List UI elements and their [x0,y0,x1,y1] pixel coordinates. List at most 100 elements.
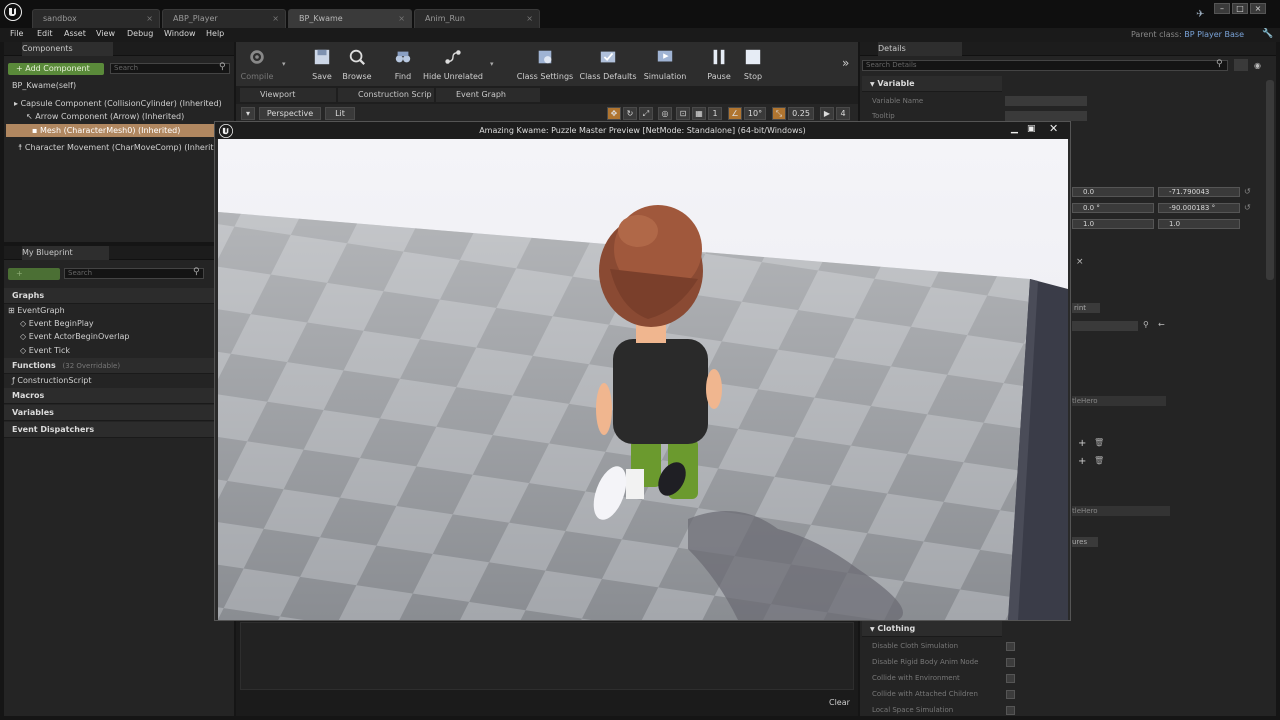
close-window-button[interactable]: × [1250,3,1266,14]
tab-viewport[interactable]: Viewport [240,88,336,102]
menu-help[interactable]: Help [206,29,224,38]
viewport-options-button[interactable]: ▾ [241,107,255,120]
component-item-mesh[interactable]: ▪ Mesh (CharacterMesh0) (Inherited) [6,124,214,137]
maximize-button[interactable]: □ [1232,3,1248,14]
grid-size-value[interactable]: 1 [708,107,722,120]
event-item[interactable]: ◇ Event BeginPlay [20,317,94,330]
scale-icon[interactable]: ⤢ [639,107,653,120]
wrench-icon[interactable]: 🔧 [1262,29,1273,39]
graphs-section[interactable]: Graphs [4,288,214,304]
delete-icon[interactable]: 🗑 [1094,438,1104,447]
angle-snap-value[interactable]: 10° [744,107,766,120]
clear-button[interactable]: Clear [829,698,850,707]
rot2-z-field[interactable]: -90.000183 ° [1158,203,1240,213]
preview-maximize-button[interactable]: ▣ [1027,124,1041,136]
event-item[interactable]: ◇ Event Tick [20,344,70,357]
hide-unrelated-button[interactable]: Hide Unrelated [420,46,486,82]
clothing-section[interactable]: ▼ Clothing [862,621,1002,637]
grid-snap-icon[interactable]: ▦ [692,107,706,120]
menu-debug[interactable]: Debug [127,29,153,38]
add-icon[interactable]: + [1078,438,1086,449]
variable-section[interactable]: ▼ Variable [862,76,1002,92]
asset-dropdown[interactable] [1072,321,1138,331]
close-icon[interactable]: × [398,10,405,28]
scale-z-field[interactable]: 1.0 [1158,219,1240,229]
tab-anim-run[interactable]: Anim_Run × [414,9,540,28]
disable-rigid-body-checkbox[interactable] [1006,658,1015,667]
collide-environment-checkbox[interactable] [1006,674,1015,683]
collide-children-checkbox[interactable] [1006,690,1015,699]
reset-icon[interactable]: ↺ [1244,203,1251,212]
game-viewport[interactable] [218,139,1068,620]
parent-class-link[interactable]: BP Player Base [1184,30,1244,39]
stop-button[interactable]: Stop [728,46,778,82]
menu-view[interactable]: View [96,29,115,38]
add-component-button[interactable]: + Add Component [8,63,104,75]
event-graph-item[interactable]: ⊞ EventGraph [8,304,65,317]
details-search-input[interactable]: Search Details [862,60,1228,71]
variables-section[interactable]: Variables [4,405,214,421]
scale-snap-value[interactable]: 0.25 [788,107,814,120]
reset-icon[interactable]: ↺ [1244,187,1251,196]
property-matrix-icon[interactable] [1234,59,1248,71]
minimize-button[interactable]: – [1214,3,1230,14]
component-item-capsule[interactable]: ▸ Capsule Component (CollisionCylinder) … [14,97,222,110]
clear-icon[interactable]: × [1076,257,1084,267]
compile-button[interactable]: Compile [232,46,282,82]
anim-class-dropdown[interactable]: tleHero [1072,396,1166,406]
arrow-left-icon[interactable]: ← [1158,320,1165,329]
blueprint-search-input[interactable]: Search [64,268,204,279]
tab-abp-player[interactable]: ABP_Player × [162,9,286,28]
close-icon[interactable]: × [272,10,279,28]
component-item-character-movement[interactable]: ☨ Character Movement (CharMoveComp) (Inh… [18,141,227,154]
tab-bp-kwame[interactable]: BP_Kwame × [288,9,412,28]
add-new-button[interactable]: + [8,268,60,280]
chevron-down-icon[interactable]: ▾ [282,60,286,68]
translate-icon[interactable]: ✥ [607,107,621,120]
component-root[interactable]: BP_Kwame(self) [12,79,76,92]
rot2-y-field[interactable]: 0.0 ° [1072,203,1154,213]
class-defaults-button[interactable]: Class Defaults [578,46,638,82]
disable-cloth-checkbox[interactable] [1006,642,1015,651]
scale-snap-icon[interactable]: ⤡ [772,107,786,120]
tab-construction-script[interactable]: Construction Scrip [338,88,434,102]
delete-icon[interactable]: 🗑 [1094,456,1104,465]
textures-dropdown[interactable]: ures [1072,537,1098,547]
perspective-button[interactable]: Perspective [259,107,321,120]
tooltip-field[interactable] [1005,111,1087,121]
simulation-button[interactable]: Simulation [640,46,690,82]
menu-file[interactable]: File [10,29,23,38]
blueprint-dropdown[interactable]: rint [1072,303,1100,313]
pie-preview-window[interactable]: Amazing Kwame: Puzzle Master Preview [Ne… [214,121,1071,621]
browse-button[interactable]: Browse [332,46,382,82]
angle-snap-icon[interactable]: ∠ [728,107,742,120]
world-local-icon[interactable]: ◎ [658,107,672,120]
preview-close-button[interactable]: ✕ [1049,122,1063,136]
camera-speed-value[interactable]: 4 [836,107,850,120]
rotation-z-field[interactable]: -71.790043 [1158,187,1240,197]
surface-snap-icon[interactable]: ⊡ [676,107,690,120]
tab-sandbox[interactable]: sandbox × [32,9,160,28]
components-search-input[interactable]: Search [110,63,230,74]
scale-y-field[interactable]: 1.0 [1072,219,1154,229]
rotate-icon[interactable]: ↻ [623,107,637,120]
details-scrollbar[interactable] [1266,80,1274,280]
preview-window-titlebar[interactable]: Amazing Kwame: Puzzle Master Preview [Ne… [215,122,1070,139]
tab-event-graph[interactable]: Event Graph [436,88,540,102]
class-settings-button[interactable]: Class Settings [514,46,576,82]
preview-minimize-button[interactable]: ▁ [1011,124,1025,136]
lit-button[interactable]: Lit [325,107,355,120]
local-space-checkbox[interactable] [1006,706,1015,715]
menu-window[interactable]: Window [164,29,196,38]
menu-edit[interactable]: Edit [37,29,53,38]
event-item[interactable]: ◇ Event ActorBeginOverlap [20,330,129,343]
construction-script-item[interactable]: ƒ ConstructionScript [12,374,92,387]
close-icon[interactable]: × [526,10,533,28]
variable-name-field[interactable] [1005,96,1087,106]
add-icon[interactable]: + [1078,456,1086,467]
functions-section[interactable]: Functions (32 Overridable) [4,358,214,374]
camera-speed-icon[interactable]: ▶ [820,107,834,120]
rotation-y-field[interactable]: 0.0 [1072,187,1154,197]
feedback-icon[interactable]: ✈ [1196,9,1208,21]
search-icon[interactable]: ⚲ [1143,320,1149,329]
